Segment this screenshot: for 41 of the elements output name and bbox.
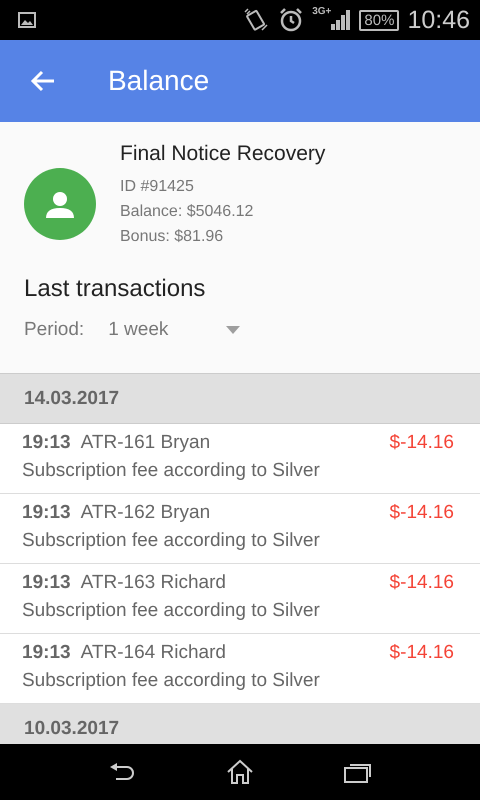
image-icon	[18, 12, 36, 28]
signal-icon	[331, 10, 352, 30]
transaction-row[interactable]: 19:13 ATR-162 Bryan $-14.16 Subscription fee according to Silver	[0, 494, 480, 564]
transaction-amount: $-14.16	[390, 432, 454, 454]
section-title: Last transactions	[24, 275, 206, 303]
date-label: 10.03.2017	[24, 718, 120, 740]
network-type: 3G+	[312, 6, 332, 17]
transaction-description: Subscription fee according to Silver	[22, 460, 321, 482]
transaction-description: Subscription fee according to Silver	[22, 600, 321, 622]
transaction-time: 19:13	[22, 572, 71, 594]
transaction-time: 19:13	[22, 502, 71, 524]
account-balance: Balance: $5046.12	[120, 202, 254, 222]
back-arrow-icon[interactable]	[30, 70, 56, 92]
dropdown-caret-icon	[226, 326, 240, 334]
account-id: ID #91425	[120, 177, 195, 197]
avatar-icon	[24, 168, 96, 240]
clock: 10:46	[407, 6, 470, 34]
period-label: Period:	[24, 319, 84, 341]
transaction-description: Subscription fee according to Silver	[22, 530, 321, 552]
transaction-title: ATR-164 Richard	[80, 642, 227, 664]
recent-apps-icon[interactable]	[344, 761, 372, 783]
alarm-icon	[278, 7, 304, 33]
battery-indicator: 80%	[359, 10, 400, 30]
transaction-row[interactable]: 19:13 ATR-161 Bryan $-14.16 Subscription fee according to Silver	[0, 424, 480, 494]
period-dropdown[interactable]: 1 week	[108, 319, 240, 341]
transaction-amount: $-14.16	[390, 502, 454, 524]
transaction-title: ATR-162 Bryan	[80, 502, 212, 524]
transaction-time: 19:13	[22, 432, 71, 454]
screen-title: Balance	[108, 65, 210, 97]
home-icon[interactable]	[226, 759, 254, 785]
date-label: 14.03.2017	[24, 388, 120, 410]
account-name: Final Notice Recovery	[120, 142, 326, 166]
account-bonus: Bonus: $81.96	[120, 227, 224, 247]
transaction-title: ATR-161 Bryan	[80, 432, 212, 454]
back-icon[interactable]	[108, 761, 136, 783]
transaction-row[interactable]: 19:13 ATR-163 Richard $-14.16 Subscription fee according to Silver	[0, 564, 480, 634]
transaction-amount: $-14.16	[390, 642, 454, 664]
transaction-amount: $-14.16	[390, 572, 454, 594]
transaction-time: 19:13	[22, 642, 71, 664]
transaction-title: ATR-163 Richard	[80, 572, 227, 594]
transaction-description: Subscription fee according to Silver	[22, 670, 321, 692]
